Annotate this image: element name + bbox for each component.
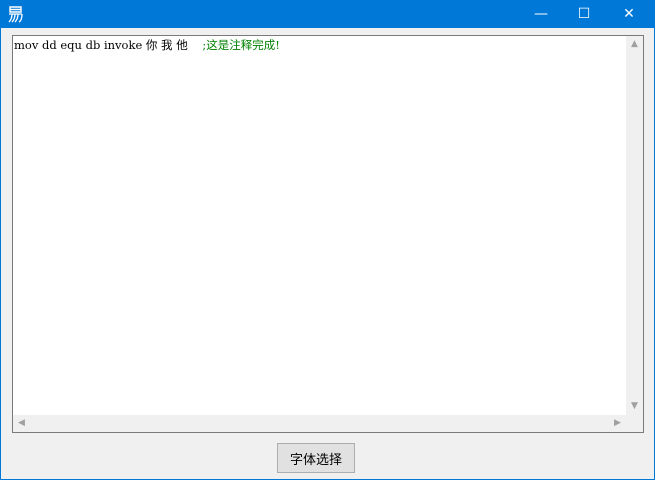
scroll-left-icon[interactable]: ◀ (13, 415, 30, 432)
editor-text-area[interactable]: mov dd equ db invoke 你 我 他 ;这是注释完成! (14, 37, 626, 415)
code-line: mov dd equ db invoke 你 我 他 ;这是注释完成! (14, 38, 626, 52)
title-bar[interactable]: — ☐ ✕ (1, 0, 654, 28)
minimize-button[interactable]: — (518, 0, 564, 28)
scroll-corner (626, 415, 643, 432)
minimize-icon: — (534, 6, 548, 22)
scroll-down-icon[interactable]: ▼ (626, 398, 643, 415)
vertical-scrollbar[interactable]: ▲ ▼ (626, 36, 643, 415)
code-text: mov dd equ db invoke 你 我 他 (14, 38, 203, 52)
horizontal-scrollbar[interactable]: ◀ ▶ (13, 415, 626, 432)
app-icon[interactable] (6, 4, 26, 24)
close-icon: ✕ (623, 6, 635, 22)
scroll-up-icon[interactable]: ▲ (626, 36, 643, 53)
maximize-icon: ☐ (577, 6, 591, 22)
maximize-button[interactable]: ☐ (561, 0, 607, 28)
font-select-button[interactable]: 字体选择 (277, 443, 355, 473)
scroll-right-icon[interactable]: ▶ (609, 415, 626, 432)
close-button[interactable]: ✕ (606, 0, 652, 28)
code-editor[interactable]: mov dd equ db invoke 你 我 他 ;这是注释完成! ▲ ▼ … (12, 35, 644, 433)
code-comment: ;这是注释完成! (202, 38, 280, 52)
main-window: — ☐ ✕ mov dd equ db invoke 你 我 他 ;这是注释完成… (0, 0, 655, 480)
